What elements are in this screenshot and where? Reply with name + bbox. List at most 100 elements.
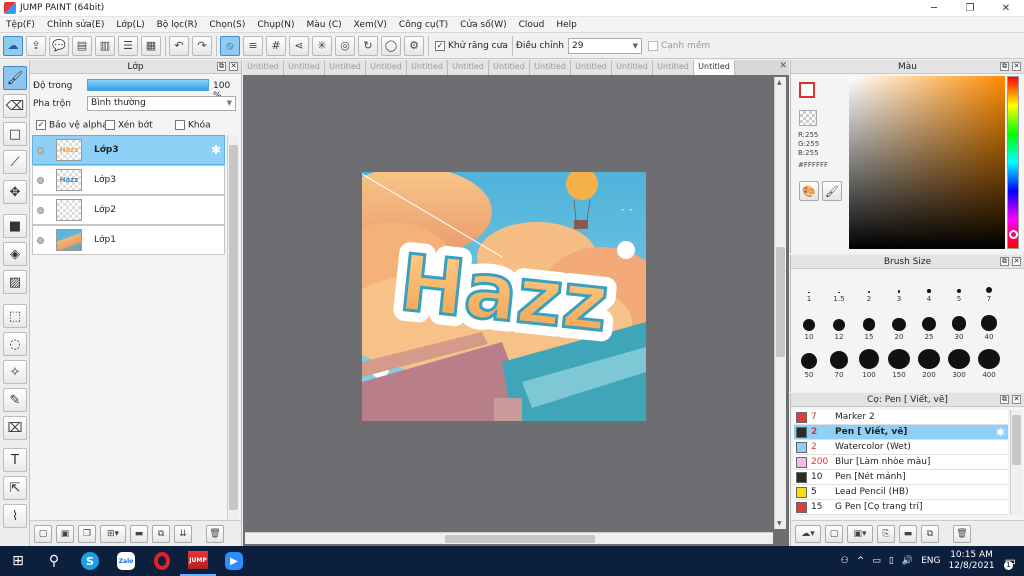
document-tab[interactable]: Untitled <box>407 60 448 75</box>
artwork-canvas[interactable]: ⌃ ⌃ Hazz Hazz <box>362 172 646 421</box>
eraser-tool-icon[interactable]: ⌫ <box>3 94 27 118</box>
network-icon[interactable]: ▭ <box>872 556 881 566</box>
panel-close-icon[interactable]: ✕ <box>1012 257 1021 266</box>
panel-undock-icon[interactable]: ⧉ <box>1000 257 1009 266</box>
brush-size-option[interactable]: 100 <box>854 349 884 379</box>
document-tab[interactable]: Untitled <box>530 60 571 75</box>
brush-size-option[interactable]: 200 <box>914 349 944 379</box>
brush-list-item[interactable]: 200 Blur [Làm nhòe màu] <box>794 455 1008 470</box>
brush-size-option[interactable]: 30 <box>944 311 974 341</box>
volume-icon[interactable]: 🔊 <box>902 556 913 566</box>
visibility-toggle-icon[interactable] <box>37 236 44 244</box>
menu-view[interactable]: Xem(V) <box>348 20 393 30</box>
new-layer-group-icon[interactable]: ▣ <box>56 524 74 543</box>
redo-icon[interactable]: ↷ <box>192 35 212 56</box>
crosshatch-icon[interactable]: # <box>266 35 286 56</box>
menu-filter[interactable]: Bộ lọc(R) <box>151 20 204 30</box>
battery-icon[interactable]: ▯ <box>889 556 894 566</box>
brush-settings-gear-icon[interactable]: ✱ <box>996 426 1005 439</box>
document-tab[interactable]: Untitled <box>366 60 407 75</box>
copy-layer-icon[interactable]: ⧉ <box>152 524 170 543</box>
menu-select[interactable]: Chọn(S) <box>203 20 251 30</box>
menu-help[interactable]: Help <box>550 20 583 30</box>
new-layer-icon[interactable]: ▢ <box>34 524 52 543</box>
brush-size-option[interactable]: 1.5 <box>824 273 854 303</box>
canvas-vertical-scrollbar[interactable]: ▲ ▼ <box>774 77 786 529</box>
merge-layer-icon[interactable]: ⇊ <box>174 524 192 543</box>
ellipse-snap-icon[interactable]: ◯ <box>381 35 401 56</box>
protect-alpha-option[interactable]: ✓ Bảo vệ alpha <box>36 120 108 131</box>
search-icon[interactable]: ⚲ <box>36 546 72 576</box>
brush-list-item-selected[interactable]: 2 Pen [ Viết, vẽ] ✱ <box>794 425 1008 440</box>
parallel-lines-icon[interactable]: ≡ <box>243 35 263 56</box>
folder-icon[interactable]: ▬ <box>130 524 148 543</box>
select-pen-icon[interactable]: ✎ <box>3 388 27 412</box>
trash-icon[interactable]: 🗑 <box>953 524 971 543</box>
trash-icon[interactable]: 🗑 <box>206 524 224 543</box>
visibility-toggle-icon[interactable] <box>37 206 44 214</box>
fill-rect-tool-icon[interactable]: ■ <box>3 214 27 238</box>
brush-copy-icon[interactable]: ⎘ <box>877 524 895 543</box>
shape-tool-icon[interactable]: □ <box>3 122 27 146</box>
rect-select-icon[interactable]: ⬚ <box>3 304 27 328</box>
tabs-close-icon[interactable]: ✕ <box>779 61 787 71</box>
cloud-sync-icon[interactable]: ☁ <box>3 35 23 56</box>
menu-cloud[interactable]: Cloud <box>513 20 551 30</box>
close-button[interactable]: ✕ <box>988 0 1024 17</box>
brush-list-item[interactable]: 7 Marker 2 <box>794 410 1008 425</box>
text-tool-icon[interactable]: T <box>3 448 27 472</box>
clip-checkbox[interactable] <box>105 120 115 130</box>
soft-edge-checkbox[interactable] <box>647 40 658 51</box>
menu-window[interactable]: Cửa số(W) <box>454 20 512 30</box>
layer-scrollbar[interactable] <box>227 135 239 520</box>
page-icon[interactable]: ▥ <box>95 35 115 56</box>
lock-option[interactable]: Khóa <box>175 120 211 131</box>
panel-close-icon[interactable]: ✕ <box>229 62 238 71</box>
speech-bubble-icon[interactable]: 💬 <box>49 35 69 56</box>
document-tab[interactable]: Untitled <box>489 60 530 75</box>
brush-tool-icon[interactable]: 🖌 <box>3 66 27 90</box>
panel-undock-icon[interactable]: ⧉ <box>1000 62 1009 71</box>
document-tab[interactable]: Untitled <box>325 60 366 75</box>
add-brush-menu-icon[interactable]: ☁▾ <box>795 524 821 543</box>
maximize-button[interactable]: ❐ <box>952 0 988 17</box>
duplicate-brush-icon[interactable]: ⧉ <box>921 524 939 543</box>
lock-checkbox[interactable] <box>175 120 185 130</box>
menu-color[interactable]: Màu (C) <box>301 20 348 30</box>
document-tab[interactable]: Untitled <box>243 60 284 75</box>
brush-list-scrollbar[interactable] <box>1010 410 1022 515</box>
menu-tools[interactable]: Công cụ(T) <box>393 20 454 30</box>
notifications-icon[interactable]: ▭1 <box>1004 554 1016 570</box>
layer-row[interactable]: Hazz Lớp3 <box>32 165 225 195</box>
menu-layer[interactable]: Lớp(L) <box>110 20 150 30</box>
brush-size-option[interactable]: 70 <box>824 349 854 379</box>
hue-marker[interactable] <box>1009 230 1018 239</box>
panel-undock-icon[interactable]: ⧉ <box>1000 395 1009 404</box>
brush-size-option[interactable]: 7 <box>974 273 1004 303</box>
layer-row[interactable]: Lớp2 <box>32 195 225 225</box>
language-indicator[interactable]: ENG <box>921 556 940 566</box>
comment-icon[interactable]: ▤ <box>72 35 92 56</box>
gradient-tool-icon[interactable]: ▨ <box>3 270 27 294</box>
layer-settings-gear-icon[interactable]: ✱ <box>211 143 221 157</box>
brush-size-option[interactable]: 150 <box>884 349 914 379</box>
curve-icon[interactable]: ↻ <box>358 35 378 56</box>
zalo-icon[interactable]: Zalo <box>108 546 144 576</box>
layer-row[interactable]: Lớp1 <box>32 225 225 255</box>
windows-start-icon[interactable]: ⊞ <box>0 546 36 576</box>
document-tab-active[interactable]: Untitled <box>694 60 735 75</box>
brush-size-option[interactable]: 2 <box>854 273 884 303</box>
canvas-area[interactable]: Untitled Untitled Untitled Untitled Unti… <box>243 60 789 546</box>
clip-option[interactable]: Xén bớt <box>105 120 153 131</box>
layer-row[interactable]: Hazz Lớp3 ✱ <box>32 135 225 165</box>
antialias-checkbox[interactable]: ✓ <box>435 40 445 51</box>
canvas-horizontal-scrollbar[interactable] <box>245 532 773 544</box>
opera-icon[interactable] <box>144 546 180 576</box>
bucket-tool-icon[interactable]: ◈ <box>3 242 27 266</box>
perspective-icon[interactable]: ⋖ <box>289 35 309 56</box>
folder-icon[interactable]: ▬ <box>899 524 917 543</box>
document-tab[interactable]: Untitled <box>448 60 489 75</box>
palette-edit-icon[interactable]: 🖌 <box>822 181 842 201</box>
foreground-color-swatch[interactable] <box>799 82 815 98</box>
panel-close-icon[interactable]: ✕ <box>1012 62 1021 71</box>
